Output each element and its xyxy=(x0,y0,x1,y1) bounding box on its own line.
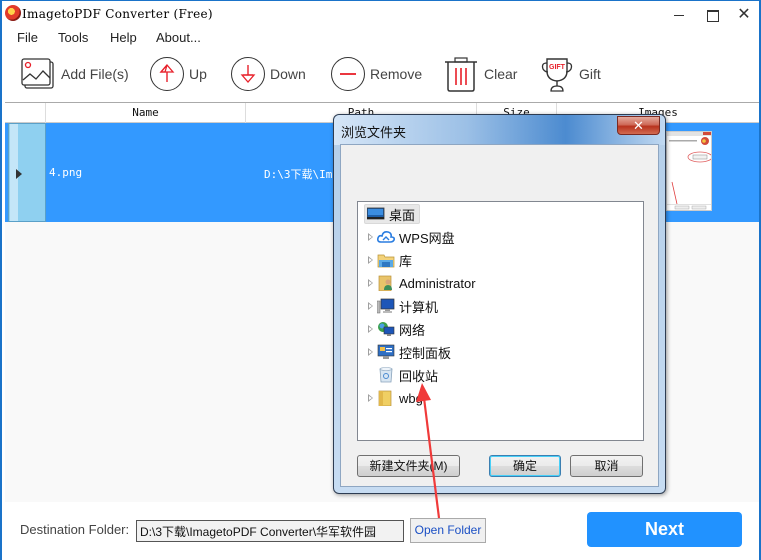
arrow-up-circle-icon xyxy=(150,57,184,91)
tree-label: 控制面板 xyxy=(399,345,452,361)
desktop-icon xyxy=(367,207,385,220)
user-folder-icon xyxy=(378,275,392,291)
add-files-label: Add File(s) xyxy=(61,66,129,82)
browse-folder-dialog: 浏览文件夹 ✕ 桌面 WPS网盘 库 Administrator 计算机 网络 … xyxy=(333,114,666,494)
tree-item-recycle-bin[interactable]: 回收站 xyxy=(377,365,438,385)
dialog-close-button[interactable]: ✕ xyxy=(617,116,660,135)
cancel-button[interactable]: 取消 xyxy=(570,455,643,477)
current-row-arrow-icon xyxy=(16,169,22,179)
tree-item-control-panel[interactable]: 控制面板 xyxy=(368,342,451,362)
tree-label: 网络 xyxy=(399,322,426,338)
add-files-button[interactable]: Add File(s) xyxy=(20,51,129,97)
tree-label: 桌面 xyxy=(389,207,416,223)
remove-button[interactable]: Remove xyxy=(331,51,422,97)
toolbar: Add File(s) Up Down Remove Clear GIFT Gi… xyxy=(2,51,759,99)
tree-item-wps-cloud[interactable]: WPS网盘 xyxy=(368,227,455,247)
menu-tools[interactable]: Tools xyxy=(58,30,88,45)
destination-folder-input[interactable]: D:\3下载\ImagetoPDF Converter\华军软件园 xyxy=(136,520,404,542)
tree-label: WPS网盘 xyxy=(399,230,455,246)
menu-help[interactable]: Help xyxy=(110,30,137,45)
recycle-bin-icon xyxy=(379,367,393,383)
app-logo-icon xyxy=(5,5,21,21)
up-label: Up xyxy=(189,66,207,82)
destination-label: Destination Folder: xyxy=(20,522,130,537)
cloud-icon xyxy=(377,231,395,243)
tree-item-library[interactable]: 库 xyxy=(368,250,412,270)
expand-icon[interactable] xyxy=(368,325,373,333)
cell-name: 4.png xyxy=(49,166,83,179)
image-thumbnail xyxy=(666,131,712,211)
clear-label: Clear xyxy=(484,66,518,82)
up-button[interactable]: Up xyxy=(150,51,207,97)
down-label: Down xyxy=(270,66,306,82)
window-title: ImagetoPDF Converter (Free) xyxy=(22,7,213,21)
svg-text:GIFT: GIFT xyxy=(549,64,566,71)
tree-label: 库 xyxy=(399,253,413,269)
header-corner xyxy=(5,103,46,123)
tree-item-administrator[interactable]: Administrator xyxy=(368,273,476,293)
tree-label: Administrator xyxy=(399,275,476,291)
expand-icon[interactable] xyxy=(368,348,373,356)
gift-label: Gift xyxy=(579,66,601,82)
expand-icon[interactable] xyxy=(368,233,373,241)
dialog-title: 浏览文件夹 xyxy=(341,125,407,140)
expand-icon[interactable] xyxy=(368,279,373,287)
remove-label: Remove xyxy=(370,66,423,82)
new-folder-button[interactable]: 新建文件夹(M) xyxy=(357,455,460,477)
image-icon xyxy=(21,58,54,89)
gift-button[interactable]: GIFT Gift xyxy=(540,51,601,97)
tree-item-desktop[interactable]: 桌面 xyxy=(364,204,421,224)
menu-about[interactable]: About... xyxy=(156,30,201,45)
next-button[interactable]: Next xyxy=(587,512,742,547)
expand-icon[interactable] xyxy=(368,394,373,402)
tree-label: wbg xyxy=(399,390,423,406)
tree-label: 计算机 xyxy=(399,299,439,315)
minimize-button[interactable] xyxy=(665,5,693,25)
clear-button[interactable]: Clear xyxy=(443,51,517,97)
down-button[interactable]: Down xyxy=(231,51,306,97)
expand-icon[interactable] xyxy=(368,302,373,310)
maximize-button[interactable] xyxy=(698,5,726,25)
tree-label: 回收站 xyxy=(399,368,439,384)
tree-item-network[interactable]: 网络 xyxy=(368,319,425,339)
library-icon xyxy=(377,254,395,268)
open-folder-button[interactable]: Open Folder xyxy=(410,518,486,543)
trash-icon xyxy=(445,57,477,92)
expand-icon[interactable] xyxy=(368,256,373,264)
close-button[interactable]: ✕ xyxy=(730,5,758,25)
cell-path: D:\3下载\Ima xyxy=(264,168,339,181)
folder-icon xyxy=(378,390,392,406)
arrow-down-circle-icon xyxy=(231,57,265,91)
gift-trophy-icon: GIFT xyxy=(541,58,573,92)
dialog-body: 桌面 WPS网盘 库 Administrator 计算机 网络 控制面板 回收站… xyxy=(340,144,659,487)
column-name[interactable]: Name xyxy=(46,103,246,123)
bottom-bar: Destination Folder: D:\3下载\ImagetoPDF Co… xyxy=(2,504,759,560)
minus-circle-icon xyxy=(331,57,365,91)
control-panel-icon xyxy=(377,344,395,359)
title-bar: ImagetoPDF Converter (Free) ✕ xyxy=(2,1,759,29)
ok-button[interactable]: 确定 xyxy=(489,455,561,477)
network-icon xyxy=(378,322,395,336)
tree-selection: 桌面 xyxy=(364,204,421,224)
menu-file[interactable]: File xyxy=(17,30,38,45)
tree-item-computer[interactable]: 计算机 xyxy=(368,296,438,316)
row-selector[interactable] xyxy=(8,123,46,222)
tree-item-wbg[interactable]: wbg xyxy=(368,388,423,408)
folder-tree[interactable]: 桌面 WPS网盘 库 Administrator 计算机 网络 控制面板 回收站… xyxy=(357,201,644,441)
computer-icon xyxy=(377,298,395,314)
